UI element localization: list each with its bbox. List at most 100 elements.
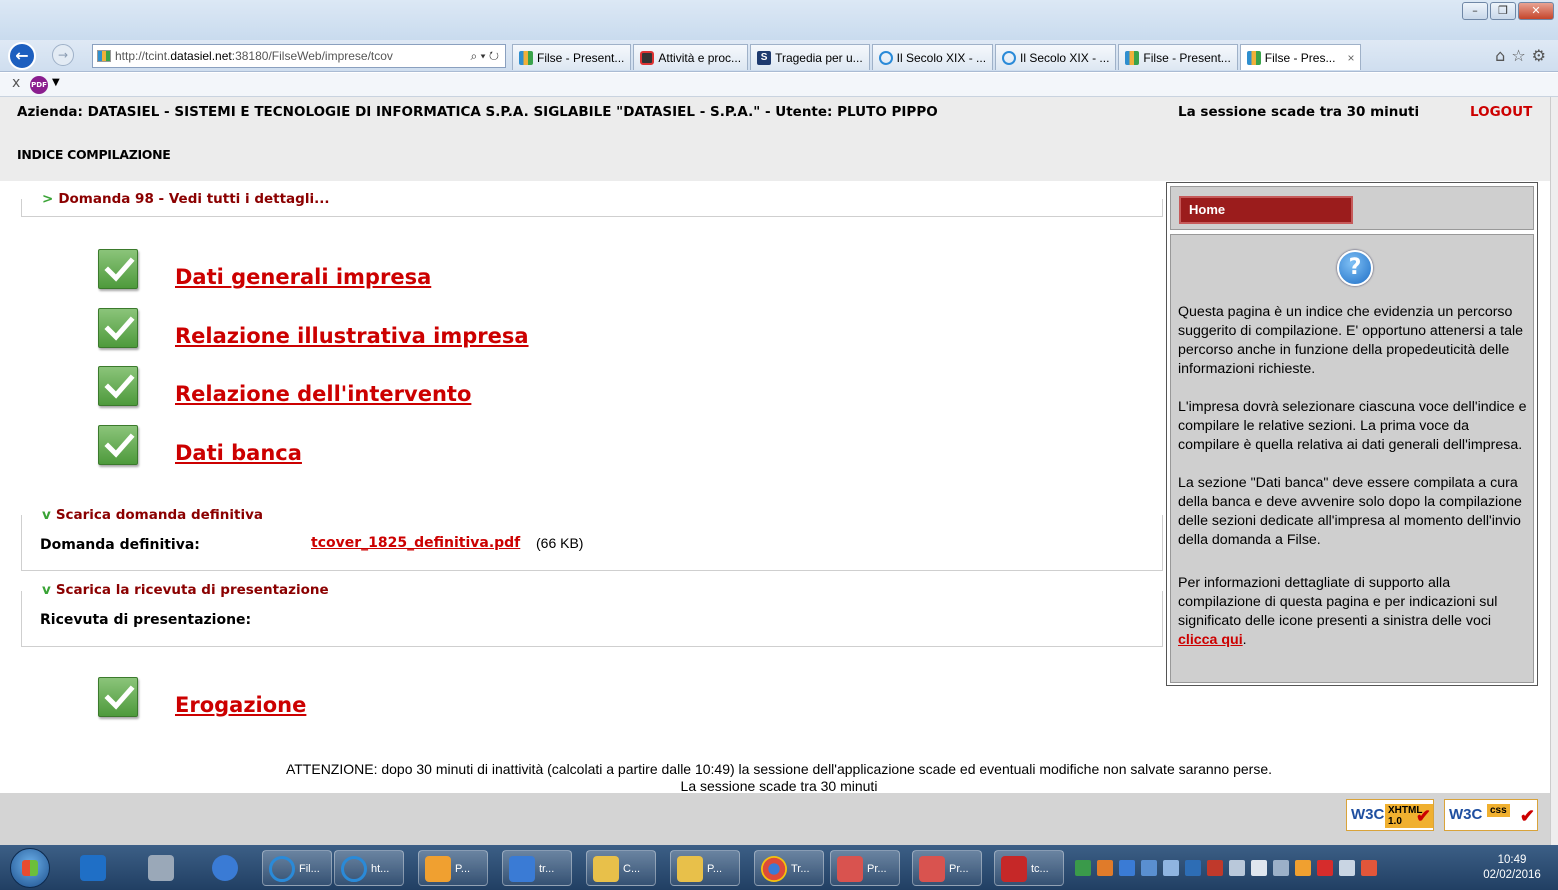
tray-app-icon[interactable]: [1097, 860, 1113, 876]
tab-filse-2[interactable]: Filse - Present...: [1118, 44, 1238, 70]
dati-generali-link[interactable]: Dati generali impresa: [175, 265, 431, 289]
volume-icon[interactable]: [1361, 860, 1377, 876]
tray-app-icon[interactable]: [1295, 860, 1311, 876]
folder-icon: [593, 856, 619, 882]
w3c-logo: W3C: [1449, 806, 1483, 823]
tab-filse-1[interactable]: Filse - Present...: [512, 44, 632, 70]
tab-label: Tragedia per u...: [775, 50, 863, 65]
tab-secolo-1[interactable]: Il Secolo XIX - ...: [871, 44, 994, 70]
receipt-label: Ricevuta di presentazione:: [40, 612, 252, 628]
clock-date: 02/02/2016: [1483, 869, 1541, 881]
attention-text: ATTENZIONE: dopo 30 minuti di inattività…: [285, 761, 1273, 777]
tab-filse-active[interactable]: Filse - Pres... ×: [1239, 44, 1362, 70]
mail-icon[interactable]: [1163, 860, 1179, 876]
help-paragraph-2a: L'impresa dovrà selezionare ciascuna voc…: [1178, 399, 1527, 453]
tray-app-icon[interactable]: [1075, 860, 1091, 876]
checkmark-icon: ✔: [1519, 806, 1535, 826]
home-area: Home: [1170, 186, 1534, 230]
tab-label: Filse - Present...: [537, 50, 625, 65]
tray-app-icon[interactable]: [1207, 860, 1223, 876]
final-pdf-size: (66 KB): [536, 535, 584, 551]
url-domain: datasiel.net: [170, 49, 232, 63]
tray-app-icon[interactable]: [1229, 860, 1245, 876]
page-header: Azienda: DATASIEL - SISTEMI E TECNOLOGIE…: [0, 97, 1550, 181]
filse-icon: [1125, 50, 1140, 65]
erogazione-link[interactable]: Erogazione: [175, 693, 306, 717]
checkmark-icon: [98, 249, 138, 289]
help-paragraph-3-end: .: [1242, 632, 1247, 648]
taskbar-window-1[interactable]: Fil...: [262, 850, 332, 886]
ie-icon: [878, 50, 893, 65]
ie-icon: [341, 856, 367, 882]
checkmark-icon: ✔: [1415, 806, 1431, 826]
page-scrollbar[interactable]: [1550, 97, 1558, 845]
w3c-xhtml-badge[interactable]: W3C XHTML 1.0 ✔: [1346, 799, 1434, 831]
home-star-gear-icons[interactable]: ⌂☆⚙: [1495, 46, 1552, 65]
browser-navbar: ← → http://tcint.datasiel.net:38180/Fils…: [0, 40, 1558, 72]
outlook-pinned[interactable]: [74, 850, 114, 886]
help-question-icon: ?: [1337, 250, 1373, 286]
tray-app-icon[interactable]: [1185, 860, 1201, 876]
taskbar-window-2[interactable]: ht...: [334, 850, 404, 886]
taskbar-window-7[interactable]: Tr...: [754, 850, 824, 886]
download-receipt-legend[interactable]: v Scarica la ricevuta di presentazione: [40, 582, 331, 598]
address-search-refresh-icons[interactable]: ⌕ ▾ ↻: [470, 45, 499, 67]
taskbar-window-4[interactable]: tr...: [502, 850, 572, 886]
taskbar-label: ht...: [371, 863, 390, 875]
download-final-legend[interactable]: v Scarica domanda definitiva: [40, 507, 265, 523]
chevron-down-icon[interactable]: ▼: [52, 77, 60, 88]
taskbar-label: P...: [455, 863, 471, 875]
taskbar-window-3[interactable]: P...: [418, 850, 488, 886]
tray-app-icon[interactable]: [1273, 860, 1289, 876]
home-button[interactable]: Home: [1179, 196, 1353, 224]
tray-app-icon[interactable]: [1119, 860, 1135, 876]
tab-label: Attività e proc...: [658, 50, 742, 65]
checkmark-icon: [98, 677, 138, 717]
restore-icon[interactable]: ❐: [1490, 2, 1516, 20]
relazione-impresa-link[interactable]: Relazione illustrativa impresa: [175, 324, 529, 348]
pdf-addon-icon[interactable]: PDF: [30, 76, 48, 94]
tray-app-icon[interactable]: [1141, 860, 1157, 876]
clock[interactable]: 10:49 02/02/2016: [1472, 853, 1552, 883]
app-icon: [640, 50, 655, 65]
app-pinned[interactable]: [206, 850, 246, 886]
taskbar-label: tc...: [1031, 863, 1049, 875]
taskbar-label: Fil...: [299, 863, 320, 875]
taskbar-label: Pr...: [949, 863, 969, 875]
help-paragraph-3: Per informazioni dettagliate di supporto…: [1178, 574, 1528, 650]
chrome-icon: [761, 856, 787, 882]
forward-arrow-icon[interactable]: →: [52, 44, 74, 66]
close-bar-icon[interactable]: x: [12, 75, 20, 91]
tab-close-icon[interactable]: ×: [1347, 46, 1354, 70]
tab-secolo-2[interactable]: Il Secolo XIX - ...: [995, 44, 1117, 70]
logout-link[interactable]: LOGOUT: [1470, 104, 1532, 120]
back-arrow-icon[interactable]: ←: [8, 42, 36, 70]
dati-banca-link[interactable]: Dati banca: [175, 441, 302, 465]
tab-tragedia[interactable]: S Tragedia per u...: [750, 44, 870, 70]
taskbar-window-5[interactable]: C...: [586, 850, 656, 886]
w3c-css-badge[interactable]: W3C css ✔: [1444, 799, 1538, 831]
start-button[interactable]: [10, 848, 50, 888]
help-paragraph-1: Questa pagina è un indice che evidenzia …: [1178, 304, 1523, 377]
url-path: :38180/FilseWeb/imprese/tcov: [231, 49, 393, 63]
window-controls: – ❐ ✕: [1462, 2, 1554, 20]
tab-attivita[interactable]: Attività e proc...: [633, 44, 749, 70]
domanda-legend[interactable]: > Domanda 98 - Vedi tutti i dettagli...: [40, 191, 332, 207]
minimize-icon[interactable]: –: [1462, 2, 1488, 20]
network-icon[interactable]: [1339, 860, 1355, 876]
tray-app-icon[interactable]: [1317, 860, 1333, 876]
taskbar-window-10[interactable]: tc...: [994, 850, 1064, 886]
taskbar-window-6[interactable]: P...: [670, 850, 740, 886]
address-bar[interactable]: http://tcint.datasiel.net:38180/FilseWeb…: [92, 44, 506, 68]
taskbar-window-8[interactable]: Pr...: [830, 850, 900, 886]
final-pdf-link[interactable]: tcover_1825_definitiva.pdf: [311, 535, 520, 551]
calculator-pinned[interactable]: [142, 850, 182, 886]
folder-icon: [677, 856, 703, 882]
relazione-intervento-link[interactable]: Relazione dell'intervento: [175, 382, 471, 406]
flag-icon[interactable]: [1251, 860, 1267, 876]
help-click-here-link[interactable]: clicca qui: [1178, 632, 1243, 648]
footer-attention: ATTENZIONE: dopo 30 minuti di inattività…: [0, 761, 1558, 795]
taskbar-window-9[interactable]: Pr...: [912, 850, 982, 886]
close-window-icon[interactable]: ✕: [1518, 2, 1554, 20]
tab-label: Il Secolo XIX - ...: [896, 50, 987, 65]
